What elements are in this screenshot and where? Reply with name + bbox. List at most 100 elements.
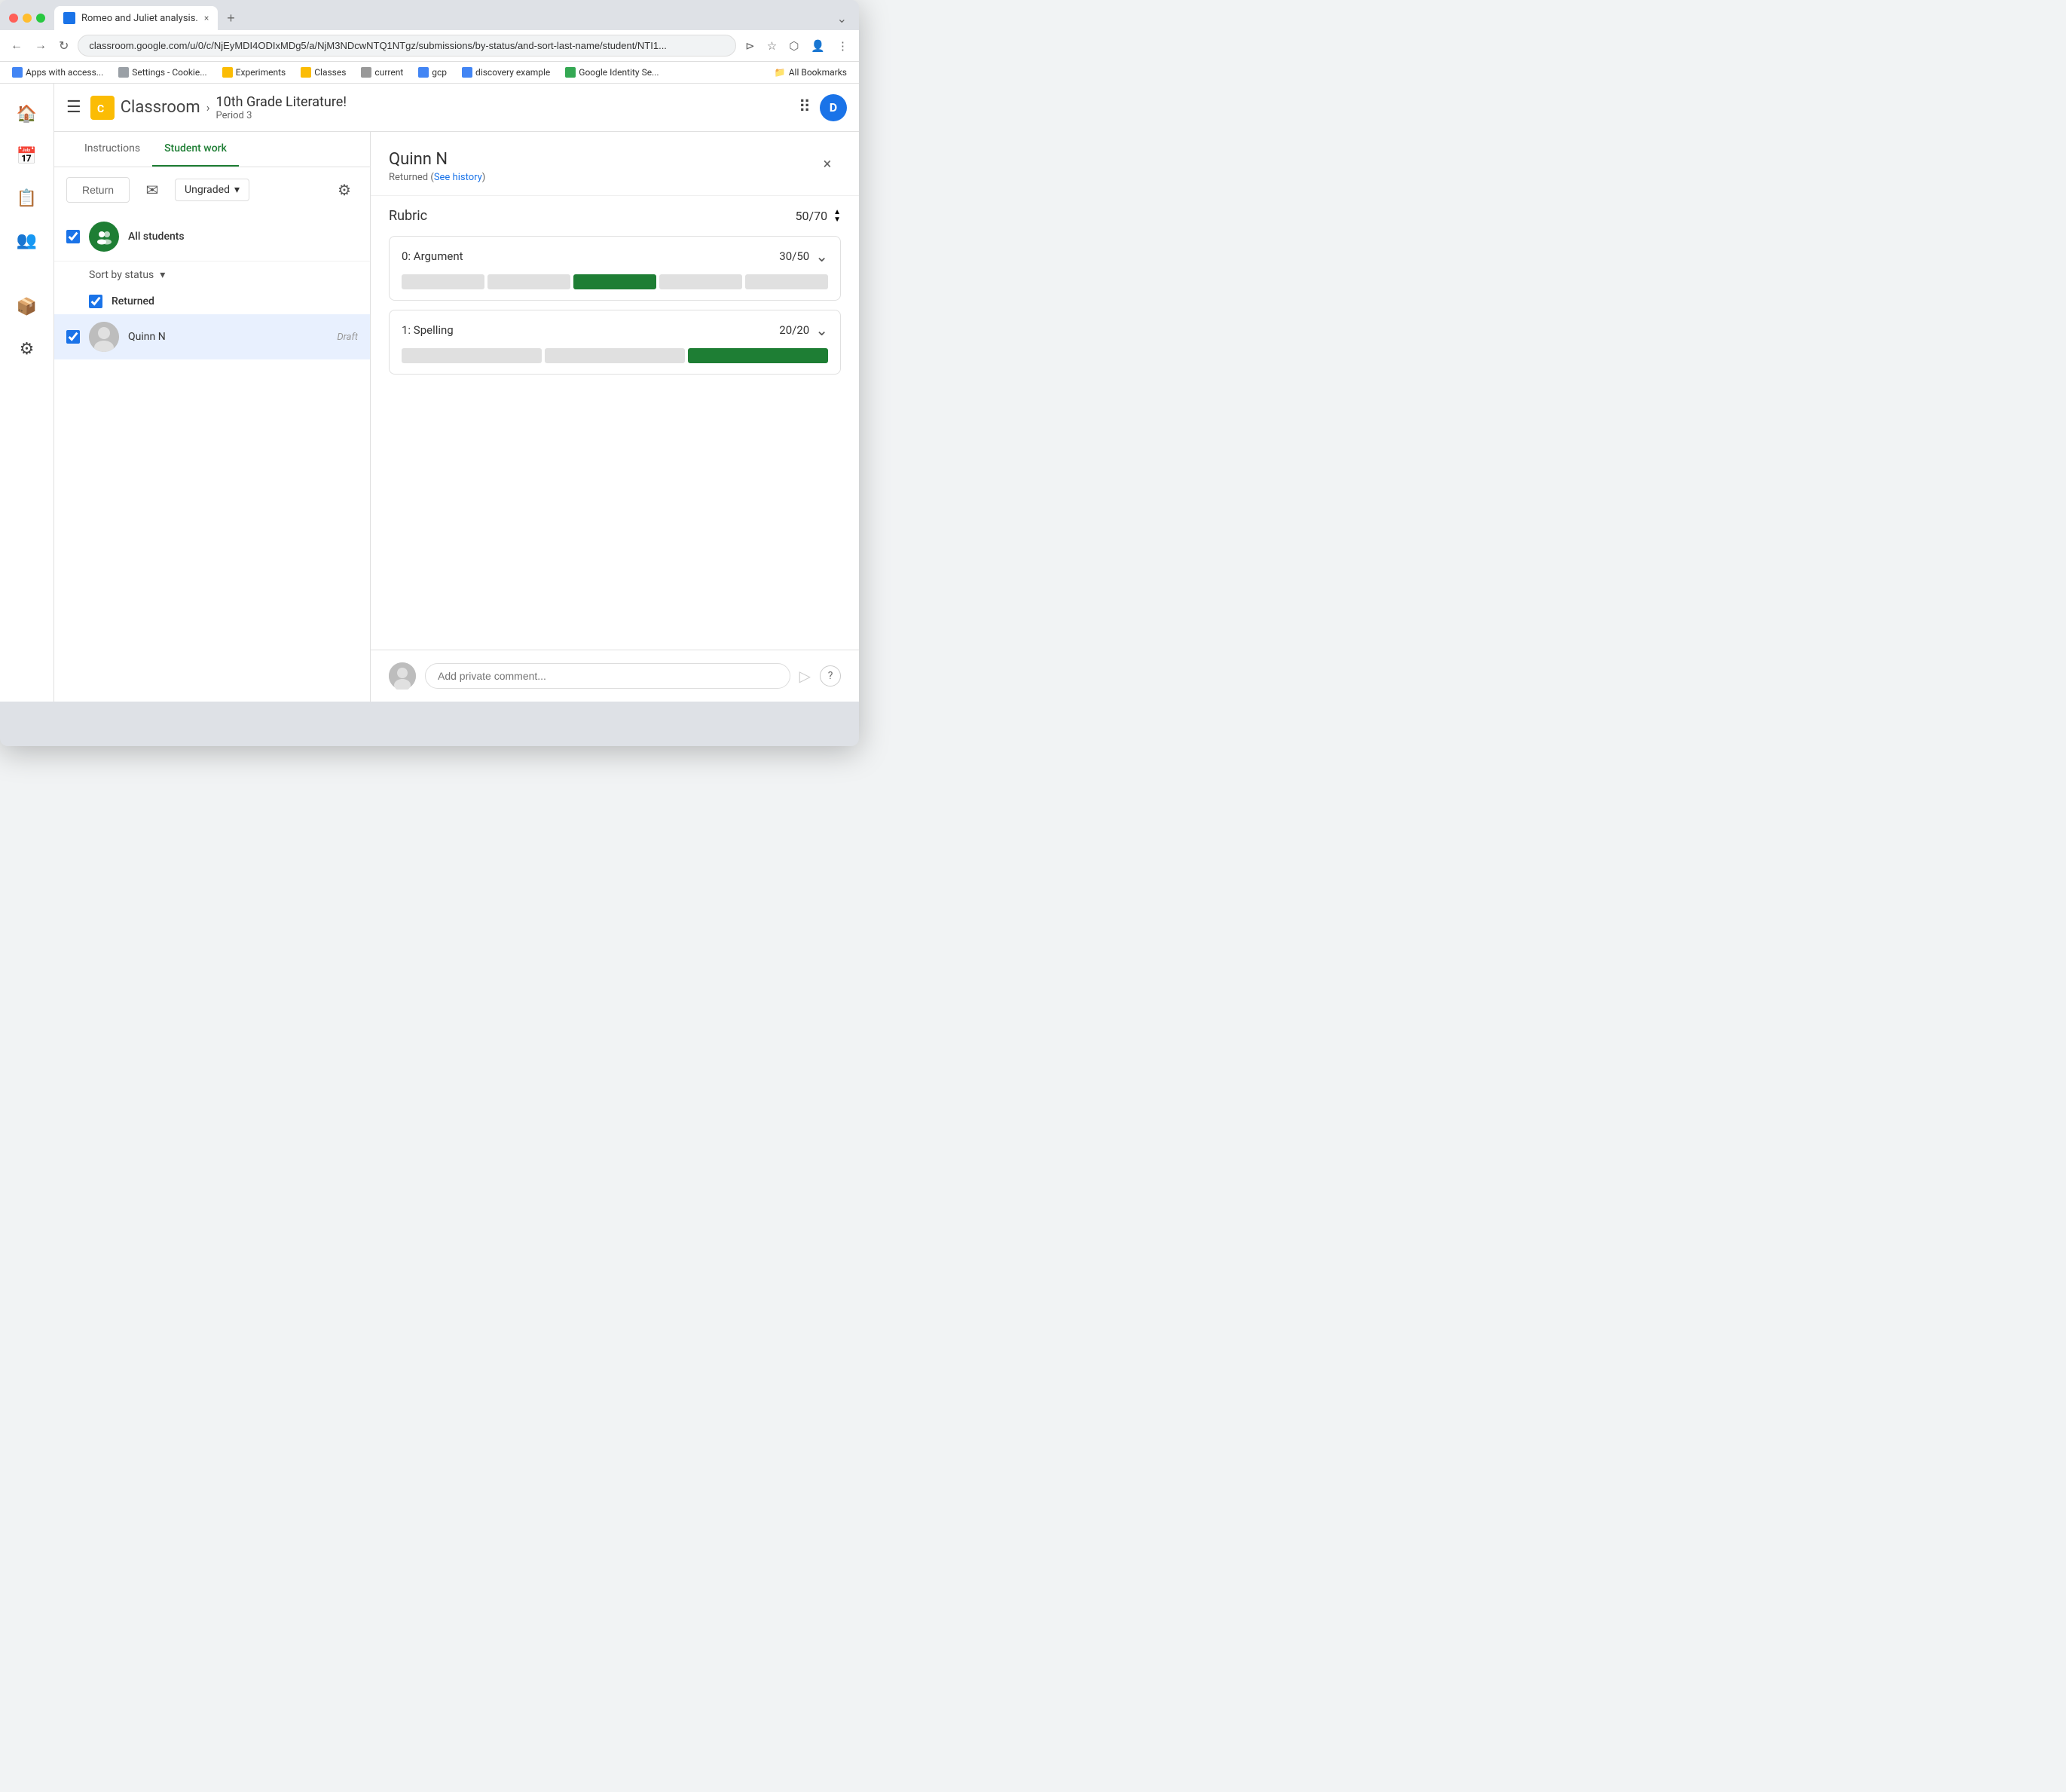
- assignments-icon: 📋: [17, 189, 37, 208]
- back-button[interactable]: ←: [8, 36, 26, 56]
- all-students-icon: [89, 222, 119, 252]
- bookmark-label: Settings - Cookie...: [132, 67, 206, 78]
- bookmark-apps[interactable]: Apps with access...: [8, 65, 108, 80]
- bookmark-classes[interactable]: Classes: [296, 65, 350, 80]
- send-comment-button[interactable]: ▷: [799, 667, 811, 685]
- rating-seg-5[interactable]: [745, 274, 828, 289]
- bookmark-settings[interactable]: Settings - Cookie...: [114, 65, 211, 80]
- rating-seg-4[interactable]: [659, 274, 742, 289]
- sidebar-item-home[interactable]: 🏠: [9, 96, 45, 132]
- bookmark-experiments[interactable]: Experiments: [218, 65, 291, 80]
- sidebar-item-archive[interactable]: 📦: [9, 289, 45, 325]
- browser-toolbar: ← → ↻ ⊳ ☆ ⬡ 👤 ⋮: [0, 30, 859, 62]
- see-history-link[interactable]: See history: [434, 172, 482, 183]
- tab-student-work[interactable]: Student work: [152, 132, 239, 167]
- cast-button[interactable]: ⊳: [742, 36, 758, 56]
- bookmark-button[interactable]: ☆: [764, 36, 780, 56]
- bookmark-current[interactable]: current: [356, 65, 408, 80]
- private-comment-input[interactable]: [425, 663, 790, 689]
- gear-icon: ⚙: [338, 181, 351, 199]
- apps-grid-icon[interactable]: ⠿: [799, 98, 811, 117]
- rating-seg-spell-2[interactable]: [545, 348, 685, 363]
- bookmark-icon: [118, 67, 129, 78]
- rating-seg-1[interactable]: [402, 274, 484, 289]
- all-students-checkbox[interactable]: [66, 230, 80, 243]
- tab-instructions[interactable]: Instructions: [72, 132, 152, 167]
- bookmark-all[interactable]: 📁 All Bookmarks: [770, 65, 851, 80]
- student-name: Quinn N: [128, 331, 328, 343]
- rating-seg-spell-1[interactable]: [402, 348, 542, 363]
- hamburger-menu-icon[interactable]: ☰: [66, 98, 81, 117]
- rubric-item-spelling-bar: [402, 348, 828, 363]
- user-avatar[interactable]: D: [820, 94, 847, 121]
- traffic-light-yellow[interactable]: [23, 14, 32, 23]
- status-dropdown[interactable]: Ungraded ▾: [175, 179, 249, 201]
- sidebar-item-settings[interactable]: ⚙: [9, 331, 45, 367]
- address-bar[interactable]: [78, 35, 736, 57]
- browser-menu-button[interactable]: ⋮: [834, 36, 851, 56]
- browser-menu-icon[interactable]: ⌄: [831, 8, 853, 29]
- main-area: ☰ C Classroom › 10th Grade Literature! P…: [54, 84, 859, 702]
- traffic-light-red[interactable]: [9, 14, 18, 23]
- rubric-item-argument: 0: Argument 30/50 ⌄: [389, 236, 841, 301]
- bookmark-google-identity[interactable]: Google Identity Se...: [561, 65, 663, 80]
- email-icon: ✉: [146, 181, 159, 199]
- bookmark-icon: [301, 67, 311, 78]
- rubric-item-argument-header: 0: Argument 30/50 ⌄: [402, 247, 828, 265]
- close-detail-button[interactable]: ×: [814, 150, 841, 177]
- profile-button[interactable]: 👤: [808, 36, 828, 56]
- bookmark-label: Google Identity Se...: [579, 67, 659, 78]
- rubric-score-stepper[interactable]: ▲ ▼: [833, 209, 841, 224]
- returned-section-header: Returned: [54, 289, 370, 314]
- bookmark-icon: [565, 67, 576, 78]
- settings-icon: ⚙: [20, 340, 35, 359]
- new-tab-button[interactable]: +: [221, 8, 241, 29]
- tab-close-icon[interactable]: ×: [204, 13, 209, 23]
- calendar-icon: 📅: [17, 147, 37, 166]
- bookmark-discovery[interactable]: discovery example: [457, 65, 555, 80]
- sort-label: Sort by status: [89, 269, 154, 281]
- rubric-item-spelling: 1: Spelling 20/20 ⌄: [389, 310, 841, 375]
- sort-dropdown-icon[interactable]: ▾: [160, 269, 165, 281]
- sidebar-nav: 🏠 📅 📋 👥 📦 ⚙: [0, 84, 54, 702]
- bookmark-icon: [222, 67, 233, 78]
- sidebar-item-assignments[interactable]: 📋: [9, 180, 45, 216]
- dropdown-arrow-icon: ▾: [234, 184, 240, 196]
- settings-icon-button[interactable]: ⚙: [331, 176, 358, 203]
- bookmark-label: Experiments: [236, 67, 286, 78]
- rating-seg-spell-3[interactable]: [688, 348, 828, 363]
- commenter-avatar: [389, 662, 416, 690]
- list-toolbar: Return ✉ Ungraded ▾ ⚙: [54, 167, 370, 213]
- tabs: Instructions Student work: [54, 132, 370, 167]
- student-row[interactable]: Quinn N Draft: [54, 314, 370, 359]
- detail-student-info: Quinn N Returned (See history): [389, 150, 814, 183]
- returned-section-checkbox[interactable]: [89, 295, 102, 308]
- rubric-item-argument-chevron[interactable]: ⌄: [815, 247, 828, 265]
- rating-seg-2[interactable]: [487, 274, 570, 289]
- rubric-item-spelling-chevron[interactable]: ⌄: [815, 321, 828, 339]
- bookmark-folder-icon: 📁: [775, 67, 786, 78]
- score-down-icon: ▼: [833, 216, 841, 224]
- detail-header: Quinn N Returned (See history) ×: [371, 132, 859, 196]
- classroom-logo-text: Classroom: [121, 98, 200, 117]
- bookmark-gcp[interactable]: gcp: [414, 65, 451, 80]
- comment-help-button[interactable]: ?: [820, 665, 841, 687]
- active-browser-tab[interactable]: Romeo and Juliet analysis. ×: [54, 6, 218, 30]
- traffic-light-green[interactable]: [36, 14, 45, 23]
- sidebar-item-people[interactable]: 👥: [9, 222, 45, 258]
- detail-student-name: Quinn N: [389, 150, 814, 169]
- return-button[interactable]: Return: [66, 177, 130, 203]
- rating-seg-3[interactable]: [573, 274, 656, 289]
- rubric-header: Rubric 50/70 ▲ ▼: [389, 208, 841, 224]
- sidebar-item-calendar[interactable]: 📅: [9, 138, 45, 174]
- rubric-item-argument-score: 30/50: [779, 249, 809, 263]
- rubric-item-spelling-score: 20/20: [779, 323, 809, 337]
- score-up-icon: ▲: [833, 209, 841, 216]
- reload-button[interactable]: ↻: [56, 35, 72, 57]
- email-icon-button[interactable]: ✉: [139, 176, 166, 203]
- student-submission-status: Draft: [337, 332, 358, 343]
- forward-button[interactable]: →: [32, 36, 50, 56]
- extensions-button[interactable]: ⬡: [786, 36, 802, 56]
- class-name: 10th Grade Literature!: [216, 94, 347, 110]
- student-checkbox[interactable]: [66, 330, 80, 344]
